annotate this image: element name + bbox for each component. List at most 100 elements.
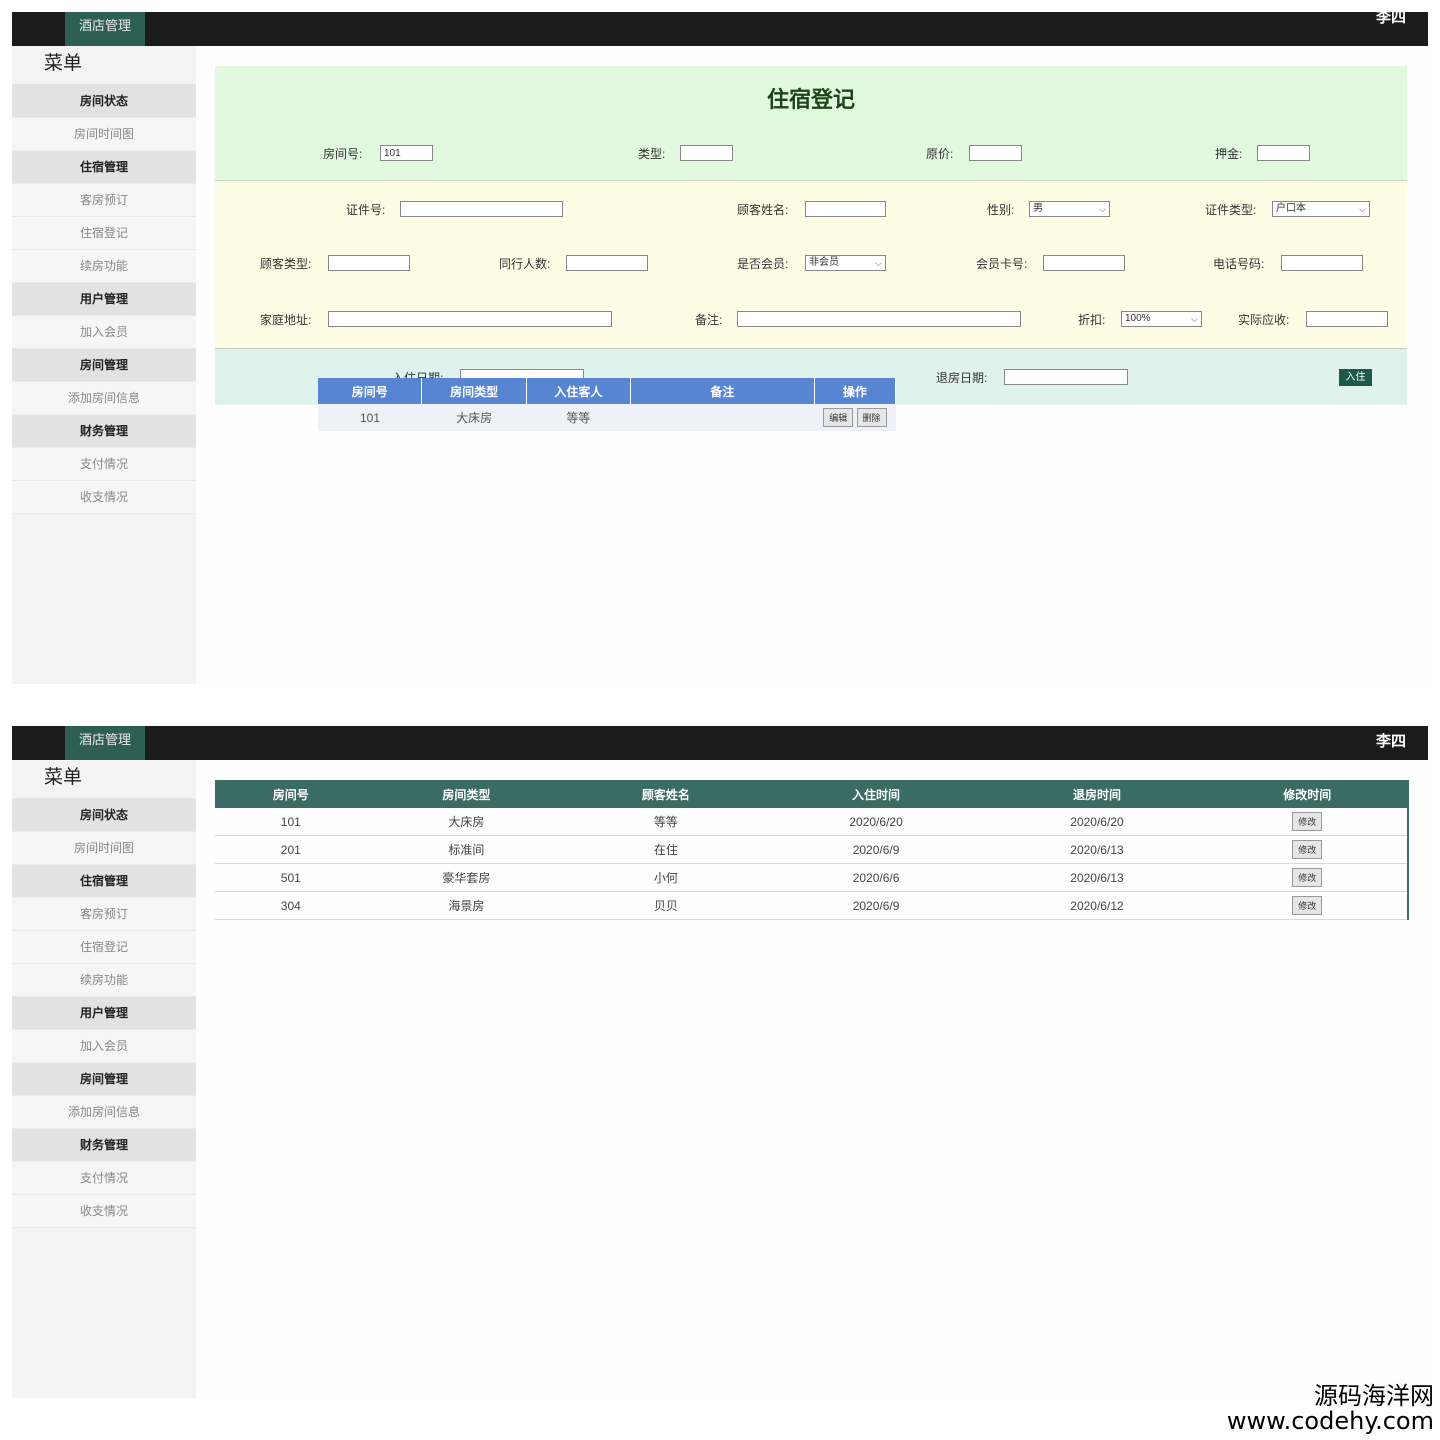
gender-select[interactable]: 男 ⌵ xyxy=(1029,201,1110,217)
form-header-band: 住宿登记 房间号: 101 类型: 原价: 押金: xyxy=(215,66,1407,180)
brand-logo[interactable]: 酒店管理 xyxy=(65,726,145,760)
sidebar-item[interactable]: 加入会员 xyxy=(12,316,196,349)
table-row: 304 海景房 贝贝 2020/6/9 2020/6/12 修改 xyxy=(215,891,1407,920)
column-header: 退房时间 xyxy=(986,780,1208,808)
column-header: 房间类型 xyxy=(421,378,527,404)
deposit-label: 押金: xyxy=(1215,147,1243,161)
id-type-label: 证件类型: xyxy=(1205,203,1257,217)
phone-label: 电话号码: xyxy=(1213,257,1265,271)
top-bar: 酒店管理 李四 xyxy=(12,726,1428,760)
discount-select[interactable]: 100% ⌵ xyxy=(1121,311,1202,327)
sidebar-item[interactable]: 用户管理 xyxy=(12,283,196,316)
member-select[interactable]: 非会员 ⌵ xyxy=(805,255,886,271)
modify-button[interactable]: 修改 xyxy=(1292,812,1323,831)
companions-input[interactable] xyxy=(566,255,648,271)
cell-actions: 修改 xyxy=(1207,835,1407,864)
checkin-button[interactable]: 入住 xyxy=(1339,369,1372,386)
checkin-form: 住宿登记 房间号: 101 类型: 原价: 押金: 证件号: 顾客姓名: 性别:… xyxy=(215,66,1407,405)
cell-in: 2020/6/9 xyxy=(765,835,987,864)
guest-type-input[interactable] xyxy=(328,255,410,271)
sidebar-item[interactable]: 添加房间信息 xyxy=(12,1096,196,1129)
card-no-input[interactable] xyxy=(1043,255,1125,271)
sidebar-item[interactable]: 续房功能 xyxy=(12,250,196,283)
sidebar: 菜单 房间状态 房间时间图 住宿管理 客房预订 住宿登记 续房功能 用户管理 加入会员 房间管理… xyxy=(12,760,196,1398)
remark-input[interactable] xyxy=(737,311,1021,327)
room-no-input[interactable]: 101 xyxy=(380,145,433,161)
sidebar-item[interactable]: 财务管理 xyxy=(12,415,196,448)
cell-out: 2020/6/13 xyxy=(986,863,1208,892)
sidebar-item[interactable]: 客房预订 xyxy=(12,184,196,217)
sidebar-item[interactable]: 添加房间信息 xyxy=(12,382,196,415)
nav-list: 房间状态 房间时间图 住宿管理 客房预订 住宿登记 续房功能 用户管理 加入会员 房间管理 添加房… xyxy=(12,85,196,514)
cell-type: 大床房 xyxy=(421,404,527,431)
sidebar-item[interactable]: 房间时间图 xyxy=(12,832,196,865)
sidebar-item[interactable]: 续房功能 xyxy=(12,964,196,997)
actual-label: 实际应收: xyxy=(1238,313,1290,327)
id-type-select[interactable]: 户口本 ⌵ xyxy=(1272,201,1370,217)
modify-button[interactable]: 修改 xyxy=(1292,896,1323,915)
column-header: 备注 xyxy=(630,378,815,404)
sidebar-item[interactable]: 房间状态 xyxy=(12,85,196,118)
column-header: 操作 xyxy=(814,378,897,404)
cell-actions: 编辑 删除 xyxy=(814,404,896,431)
address-input[interactable] xyxy=(328,311,612,327)
card-no-label: 会员卡号: xyxy=(976,257,1028,271)
watermark-url: www.codehy.com xyxy=(1226,1406,1434,1435)
sidebar-item[interactable]: 房间时间图 xyxy=(12,118,196,151)
checkout-date-input[interactable] xyxy=(1004,369,1128,385)
deposit-input[interactable] xyxy=(1257,145,1310,161)
sidebar-item[interactable]: 收支情况 xyxy=(12,1195,196,1228)
user-name[interactable]: 李四 xyxy=(1376,6,1406,27)
sidebar-item[interactable]: 住宿登记 xyxy=(12,931,196,964)
sidebar-item[interactable]: 客房预订 xyxy=(12,898,196,931)
remark-label: 备注: xyxy=(695,313,723,327)
sidebar-item[interactable]: 住宿登记 xyxy=(12,217,196,250)
sidebar-item[interactable]: 房间管理 xyxy=(12,349,196,382)
type-input[interactable] xyxy=(680,145,733,161)
phone-input[interactable] xyxy=(1281,255,1363,271)
screen-records: 酒店管理 李四 菜单 房间状态 房间时间图 住宿管理 客房预订 住宿登记 续房功能 用户管理… xyxy=(12,726,1428,1398)
sidebar-item[interactable]: 住宿管理 xyxy=(12,865,196,898)
sidebar-item[interactable]: 财务管理 xyxy=(12,1129,196,1162)
site-watermark: 源码海洋网 www.codehy.com xyxy=(1226,1382,1434,1435)
delete-button[interactable]: 删除 xyxy=(856,408,887,427)
address-label: 家庭地址: xyxy=(260,313,312,327)
price-input[interactable] xyxy=(969,145,1022,161)
sidebar-item[interactable]: 住宿管理 xyxy=(12,151,196,184)
cell-room: 101 xyxy=(318,404,422,431)
cell-name: 等等 xyxy=(566,808,766,836)
id-no-input[interactable] xyxy=(400,201,563,217)
sidebar-item[interactable]: 收支情况 xyxy=(12,481,196,514)
cell-actions: 修改 xyxy=(1207,863,1407,892)
column-header: 房间号 xyxy=(215,780,367,808)
cell-in: 2020/6/9 xyxy=(765,891,987,920)
menu-title: 菜单 xyxy=(12,760,196,799)
edit-button[interactable]: 编辑 xyxy=(823,408,854,427)
records-table-wrapper: 房间号 房间类型 顾客姓名 入住时间 退房时间 修改时间 101 大床房 等等 202… xyxy=(215,780,1409,920)
modify-button[interactable]: 修改 xyxy=(1292,868,1323,887)
sidebar-item[interactable]: 支付情况 xyxy=(12,448,196,481)
cell-room: 201 xyxy=(215,835,367,864)
sidebar-item[interactable]: 加入会员 xyxy=(12,1030,196,1063)
cell-actions: 修改 xyxy=(1207,808,1407,836)
column-header: 入住时间 xyxy=(765,780,987,808)
cell-room: 304 xyxy=(215,891,367,920)
modify-button[interactable]: 修改 xyxy=(1292,840,1323,859)
column-header: 入住客人 xyxy=(526,378,631,404)
brand-logo[interactable]: 酒店管理 xyxy=(65,12,145,46)
sidebar-item[interactable]: 用户管理 xyxy=(12,997,196,1030)
companions-label: 同行人数: xyxy=(499,257,551,271)
sidebar-item[interactable]: 房间管理 xyxy=(12,1063,196,1096)
nav-list: 房间状态 房间时间图 住宿管理 客房预订 住宿登记 续房功能 用户管理 加入会员 房间管理 添加房… xyxy=(12,799,196,1228)
cell-type: 豪华套房 xyxy=(366,863,567,892)
screen-checkin: 酒店管理 李四 菜单 房间状态 房间时间图 住宿管理 客房预订 住宿登记 续房功能 用户管理… xyxy=(12,9,1428,684)
cell-name: 小何 xyxy=(566,863,766,892)
user-name[interactable]: 李四 xyxy=(1376,730,1406,751)
column-header: 房间类型 xyxy=(366,780,567,808)
sidebar-item[interactable]: 房间状态 xyxy=(12,799,196,832)
guest-name-input[interactable] xyxy=(805,201,886,217)
watermark-title: 源码海洋网 xyxy=(1314,1382,1434,1410)
cell-name: 在住 xyxy=(566,835,766,864)
sidebar-item[interactable]: 支付情况 xyxy=(12,1162,196,1195)
actual-input[interactable] xyxy=(1306,311,1388,327)
